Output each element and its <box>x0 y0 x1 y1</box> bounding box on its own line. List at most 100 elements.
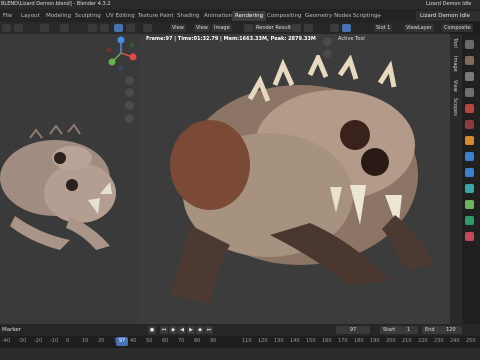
fake-user-icon[interactable] <box>304 24 313 32</box>
mode-icon[interactable] <box>14 24 23 32</box>
frame-tick: -30 <box>18 338 27 344</box>
gizmo-x-ball[interactable] <box>129 53 137 61</box>
gizmo-icon[interactable] <box>342 24 351 32</box>
tab-file[interactable]: File <box>0 11 15 21</box>
gizmo-z-ball[interactable] <box>117 36 125 44</box>
frame-tick: 200 <box>386 338 396 344</box>
pan-icon[interactable] <box>125 88 134 97</box>
tab-texture-paint[interactable]: Texture Paint <box>135 11 177 21</box>
start-value: 1 <box>406 327 410 333</box>
window-title-scene: Lizard Demon Idle <box>426 1 472 7</box>
view-menu-2[interactable]: View <box>194 24 210 32</box>
gizmo-neg-x-ball[interactable] <box>106 47 112 53</box>
tab-image[interactable]: Image <box>452 56 458 72</box>
status-bar <box>0 348 480 360</box>
world-properties-icon[interactable] <box>465 120 474 129</box>
tab-scopes[interactable]: Scopes <box>452 98 458 116</box>
tool-properties-icon[interactable] <box>465 40 474 49</box>
pin-icon[interactable] <box>292 24 301 32</box>
tab-layout[interactable]: Layout <box>18 11 43 21</box>
display-channels-icon[interactable] <box>330 24 339 32</box>
zoom-icon[interactable] <box>323 37 332 46</box>
jump-start-icon[interactable]: ⏮ <box>160 326 168 334</box>
clay-eye <box>54 152 66 164</box>
tab-modeling[interactable]: Modeling <box>43 11 74 21</box>
play-reverse-icon[interactable]: ◀ <box>178 326 186 334</box>
frame-tick: 240 <box>450 338 460 344</box>
physics-icon[interactable] <box>465 184 474 193</box>
zoom-icon[interactable] <box>125 76 134 85</box>
frame-tick: 180 <box>354 338 364 344</box>
frame-tick: 120 <box>258 338 268 344</box>
tab-tool[interactable]: Tool <box>452 38 458 48</box>
tab-rendering[interactable]: Rendering <box>232 11 267 21</box>
image-editor-type-icon[interactable] <box>143 24 152 32</box>
tab-geometry-nodes[interactable]: Geometry Nodes <box>302 11 354 21</box>
frame-tick: 220 <box>418 338 428 344</box>
frame-tick: -20 <box>34 338 43 344</box>
clay-eye <box>66 179 78 191</box>
output-properties-icon[interactable] <box>465 72 474 81</box>
render-result-field[interactable]: Render Result <box>254 24 293 32</box>
frame-tick: 110 <box>242 338 252 344</box>
snap-icon[interactable] <box>60 24 69 32</box>
start-frame-field[interactable]: Start 1 <box>380 326 418 334</box>
gizmo-neg-y-ball[interactable] <box>129 42 135 48</box>
sidebar-tabs <box>450 34 462 324</box>
shading-icon[interactable] <box>126 24 135 32</box>
lock-icon[interactable] <box>125 114 134 123</box>
prev-keyframe-icon[interactable]: ◆ <box>169 326 177 334</box>
tab-animation[interactable]: Animation <box>201 11 235 21</box>
record-icon[interactable]: ● <box>148 326 156 334</box>
current-frame-field[interactable]: 97 <box>336 326 370 334</box>
play-icon[interactable]: ▶ <box>187 326 195 334</box>
render-stats: Frame:97 | Time:01:32.79 | Mem:1663.33M,… <box>146 36 316 42</box>
frame-tick: 130 <box>274 338 284 344</box>
playhead[interactable]: 97 <box>116 337 128 346</box>
particles-icon[interactable] <box>465 168 474 177</box>
end-frame-field[interactable]: End 120 <box>422 326 462 334</box>
data-properties-icon[interactable] <box>465 216 474 225</box>
add-workspace-button[interactable]: + <box>376 11 382 21</box>
gizmo-y-ball[interactable] <box>108 58 116 66</box>
overlay-icon[interactable] <box>88 24 97 32</box>
navigation-gizmo[interactable] <box>104 36 138 76</box>
slot-selector[interactable]: Slot 1 <box>374 24 393 32</box>
gizmo-toggle-icon[interactable] <box>100 24 109 32</box>
tab-sculpting[interactable]: Sculpting <box>72 11 104 21</box>
marker-menu[interactable]: Marker <box>2 327 21 333</box>
camera-view-icon[interactable] <box>125 101 134 110</box>
next-keyframe-icon[interactable]: ◆ <box>196 326 204 334</box>
view-layer-icon[interactable] <box>465 88 474 97</box>
active-tool-panel[interactable]: Active Tool <box>338 36 365 42</box>
frame-tick: 170 <box>338 338 348 344</box>
constraints-icon[interactable] <box>465 200 474 209</box>
jump-end-icon[interactable]: ⏭ <box>205 326 213 334</box>
tab-view[interactable]: View <box>452 80 458 92</box>
scene-properties-icon[interactable] <box>465 104 474 113</box>
image-menu[interactable]: Image <box>212 24 232 32</box>
tab-shading[interactable]: Shading <box>174 11 202 21</box>
render-eye <box>361 148 389 176</box>
frame-tick: -10 <box>50 338 59 344</box>
image-browse-icon[interactable] <box>244 24 253 32</box>
view-layer-selector[interactable]: ViewLayer <box>404 24 434 32</box>
composite-selector[interactable]: Composite <box>442 24 473 32</box>
clay-model[interactable] <box>0 108 120 258</box>
object-properties-icon[interactable] <box>465 136 474 145</box>
material-properties-icon[interactable] <box>465 232 474 241</box>
transform-icon[interactable] <box>40 24 49 32</box>
xray-icon[interactable] <box>114 24 123 32</box>
frame-tick: 10 <box>82 338 89 344</box>
frame-tick: 210 <box>402 338 412 344</box>
tab-compositing[interactable]: Compositing <box>264 11 304 21</box>
render-properties-icon[interactable] <box>465 56 474 65</box>
tab-uv-editing[interactable]: UV Editing <box>103 11 138 21</box>
frame-tick: 80 <box>194 338 201 344</box>
gizmo-neg-z-ball[interactable] <box>118 65 124 71</box>
view-menu[interactable]: View <box>170 24 186 32</box>
end-value: 120 <box>446 327 456 333</box>
modifier-properties-icon[interactable] <box>465 152 474 161</box>
editor-type-icon[interactable] <box>2 24 11 32</box>
scene-selector[interactable]: Lizard Demon Idle <box>416 11 480 21</box>
